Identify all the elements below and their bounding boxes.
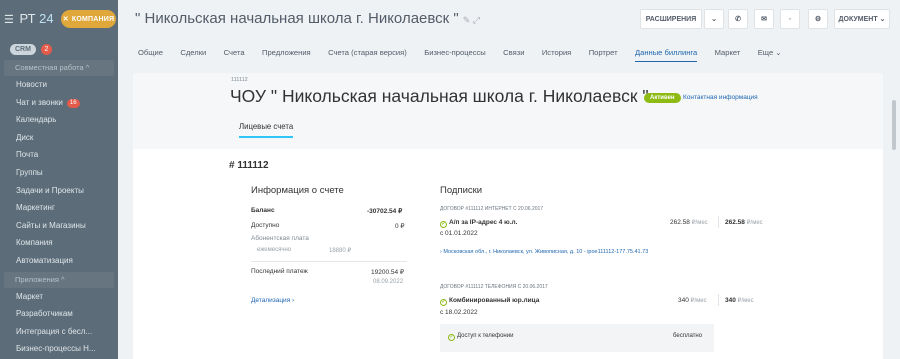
- entity-id: 111112: [231, 77, 248, 83]
- close-icon: ✕: [62, 16, 69, 23]
- check-circle-icon: ✓: [440, 221, 447, 228]
- service-ip-address: ✓ А/п за IP-адрес 4 ю.л.: [440, 219, 518, 228]
- status-badge: Активен: [644, 93, 681, 103]
- account-info-title: Информация о счете: [251, 185, 344, 196]
- sidebar-item-groups[interactable]: Группы: [0, 164, 118, 182]
- mail-icon[interactable]: ✉: [754, 9, 774, 29]
- sidebar-group-apps[interactable]: Приложения ^: [4, 271, 114, 288]
- page-title: " Никольская начальная школа г. Николаев…: [135, 10, 480, 27]
- scrollbar-thumb[interactable]: [892, 100, 896, 150]
- tab-quotes[interactable]: Предложения: [262, 48, 311, 62]
- divider: [718, 294, 719, 306]
- tab-general[interactable]: Общие: [138, 48, 163, 62]
- sidebar-item-calendar[interactable]: Календарь: [0, 111, 118, 129]
- check-circle-icon: ✓: [440, 299, 447, 306]
- subscriptions-title: Подписки: [440, 185, 483, 196]
- sidebar-item-developers[interactable]: Разработчикам: [0, 305, 118, 323]
- balance-label: Баланс: [251, 207, 275, 214]
- details-link[interactable]: Детализация ›: [251, 297, 294, 304]
- tab-billing-data[interactable]: Данные биллинга: [634, 48, 698, 62]
- last-payment-date: 08.09.2022: [373, 279, 404, 285]
- tab-more[interactable]: Еще ⌄: [758, 48, 782, 62]
- available-value: 0 ₽: [395, 223, 405, 230]
- crm-count-badge: 2: [41, 44, 52, 55]
- entity-tabs: Общие Сделки Счета Предложения Счета (ст…: [138, 48, 799, 62]
- feature-row: ✓ Доступ к телефонии бесплатно: [440, 324, 714, 352]
- entity-header: 111112 ЧОУ " Никольская начальная школа …: [133, 73, 883, 149]
- service-since: с 18.02.2022: [440, 309, 478, 316]
- balance-value: -30702.54 ₽: [367, 208, 403, 215]
- extensions-button[interactable]: РАСШИРЕНИЯ: [640, 9, 702, 29]
- sidebar-item-sites[interactable]: Сайты и Магазины: [0, 217, 118, 235]
- connection-address-link[interactable]: › Московская обл., г. Николаевск, ул. Жи…: [440, 249, 648, 255]
- fee-period: ежемесячно: [257, 247, 292, 253]
- contract-telephony-header: ДОГОВОР #111112 ТЕЛЕФОНИЯ С 20.06.2017: [440, 284, 548, 290]
- sidebar-item-tasks[interactable]: Задачи и Проекты: [0, 182, 118, 200]
- entity-name: ЧОУ " Никольская начальная школа г. Нико…: [230, 86, 649, 106]
- billing-card: 111112 ЧОУ " Никольская начальная школа …: [133, 73, 883, 359]
- chevron-up-icon: ^: [60, 274, 65, 284]
- tab-history[interactable]: История: [542, 48, 571, 62]
- gear-icon[interactable]: ⚙: [808, 9, 828, 29]
- divider: [718, 216, 719, 228]
- sidebar-item-company[interactable]: Компания: [0, 234, 118, 252]
- sidebar-item-market[interactable]: Маркет: [0, 288, 118, 306]
- service-price: 340 ₽/мес: [678, 297, 707, 304]
- sidebar-item-news[interactable]: Новости: [0, 76, 118, 94]
- sidebar-item-mail[interactable]: Почта: [0, 146, 118, 164]
- sidebar-item-integration[interactable]: Интеграция с бесл...: [0, 323, 118, 341]
- feature-name: ✓ Доступ к телефонии: [448, 333, 514, 341]
- chat-count-badge: 16: [66, 98, 80, 108]
- tab-relations[interactable]: Связи: [503, 48, 524, 62]
- crm-pill[interactable]: CRM: [10, 44, 36, 55]
- service-price: 262.58 ₽/мес: [670, 219, 708, 226]
- edit-pencil-icon[interactable]: ✎ ⤢: [463, 15, 480, 25]
- sidebar-group-work[interactable]: Совместная работа ^: [4, 60, 114, 76]
- service-since: с 01.01.2022: [440, 230, 478, 237]
- chat-icon[interactable]: ▪: [780, 9, 800, 29]
- service-total: 340 ₽/мес: [725, 297, 754, 304]
- fee-label: Абонентская плата: [251, 235, 309, 242]
- chevron-up-icon: ^: [85, 63, 90, 72]
- tab-portrait[interactable]: Портрет: [589, 48, 618, 62]
- tab-personal-accounts[interactable]: Лицевые счета: [239, 122, 294, 138]
- service-combined: ✓ Комбинированный юр.лица: [440, 297, 540, 306]
- last-payment-value: 19200.54 ₽: [371, 269, 405, 276]
- last-payment-label: Последний платеж: [251, 268, 308, 275]
- document-button[interactable]: ДОКУМЕНТ ⌄: [834, 9, 890, 29]
- left-sidebar: ☰ РТ 24 ✕ КОМПАНИЯ CRM 2 Совместная рабо…: [0, 0, 118, 359]
- tab-deals[interactable]: Сделки: [180, 48, 206, 62]
- fee-value: 18880 ₽: [329, 248, 352, 254]
- sidebar-item-chat[interactable]: Чат и звонки 16: [0, 94, 118, 112]
- tab-invoices[interactable]: Счета: [224, 48, 245, 62]
- service-total: 262.58 ₽/мес: [725, 219, 763, 226]
- sidebar-item-automation[interactable]: Автоматизация: [0, 252, 118, 270]
- contact-info-link[interactable]: Контактная информация: [683, 94, 758, 101]
- feature-price: бесплатно: [673, 333, 703, 339]
- brand-number: 24: [39, 11, 54, 26]
- company-button[interactable]: ✕ КОМПАНИЯ: [61, 10, 116, 28]
- brand-name: РТ: [19, 11, 36, 26]
- sidebar-item-marketing[interactable]: Маркетинг: [0, 199, 118, 217]
- check-circle-icon: ✓: [448, 334, 455, 341]
- tab-business-processes[interactable]: Бизнес-процессы: [424, 48, 486, 62]
- sidebar-nav: Совместная работа ^ Новости Чат и звонки…: [0, 60, 118, 358]
- sidebar-item-bp[interactable]: Бизнес-процессы Н...: [0, 340, 118, 358]
- divider: [251, 261, 407, 262]
- tab-market[interactable]: Маркет: [715, 48, 741, 62]
- chevron-down-icon[interactable]: ⌄: [704, 9, 724, 29]
- sidebar-item-disk[interactable]: Диск: [0, 129, 118, 147]
- menu-icon[interactable]: ☰: [4, 14, 14, 26]
- account-number: # 111112: [229, 160, 269, 171]
- company-button-label: КОМПАНИЯ: [71, 15, 115, 23]
- tab-invoices-old[interactable]: Счета (старая версия): [328, 48, 407, 62]
- phone-icon[interactable]: ✆: [728, 9, 748, 29]
- brand-logo[interactable]: ☰ РТ 24: [4, 11, 54, 26]
- contract-internet-header: ДОГОВОР #111112 ИНТЕРНЕТ С 20.06.2017: [440, 206, 544, 212]
- available-label: Доступно: [251, 222, 280, 229]
